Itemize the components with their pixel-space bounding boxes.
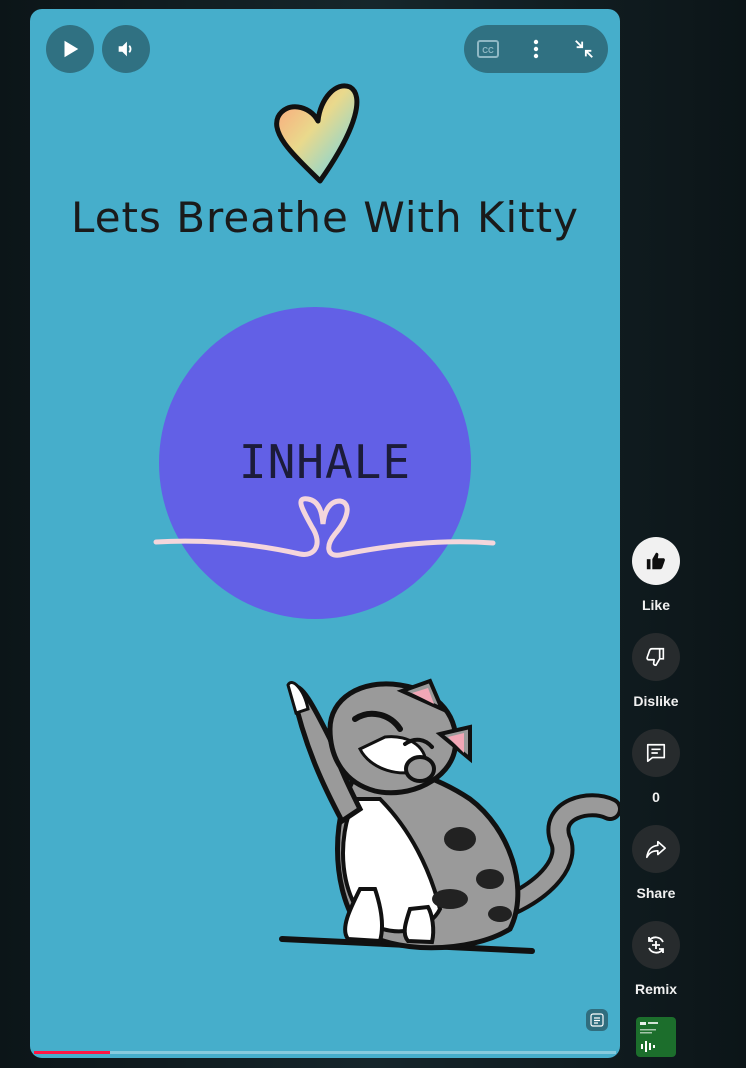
remix-label: Remix — [634, 981, 678, 997]
dislike-action[interactable]: Dislike — [630, 633, 682, 709]
shorts-video-player[interactable]: CC Lets Breathe With Kitty INHALE — [30, 9, 620, 1058]
product-tag-button[interactable] — [586, 1009, 608, 1031]
audio-source-thumbnail[interactable] — [636, 1017, 676, 1057]
progress-bar[interactable] — [34, 1051, 616, 1054]
remix-action[interactable]: Remix — [630, 921, 682, 997]
comments-button[interactable] — [632, 729, 680, 777]
comments-action[interactable]: 0 — [630, 729, 682, 805]
like-action[interactable]: Like — [630, 537, 682, 613]
audio-wave-icon — [640, 1022, 658, 1052]
progress-fill — [34, 1051, 110, 1054]
like-label: Like — [641, 597, 670, 613]
dislike-button[interactable] — [632, 633, 680, 681]
share-action[interactable]: Share — [630, 825, 682, 901]
like-button[interactable] — [632, 537, 680, 585]
share-label: Share — [636, 885, 676, 901]
comment-icon — [646, 743, 666, 763]
share-icon — [646, 840, 666, 859]
dislike-label: Dislike — [633, 693, 679, 709]
remix-button[interactable] — [632, 921, 680, 969]
list-icon — [590, 1013, 604, 1027]
share-button[interactable] — [632, 825, 680, 873]
kitty-illustration — [279, 678, 620, 954]
remix-icon — [648, 936, 664, 954]
comments-count: 0 — [652, 789, 660, 805]
thumbs-up-icon — [646, 552, 665, 570]
thumbs-down-icon — [646, 647, 665, 667]
